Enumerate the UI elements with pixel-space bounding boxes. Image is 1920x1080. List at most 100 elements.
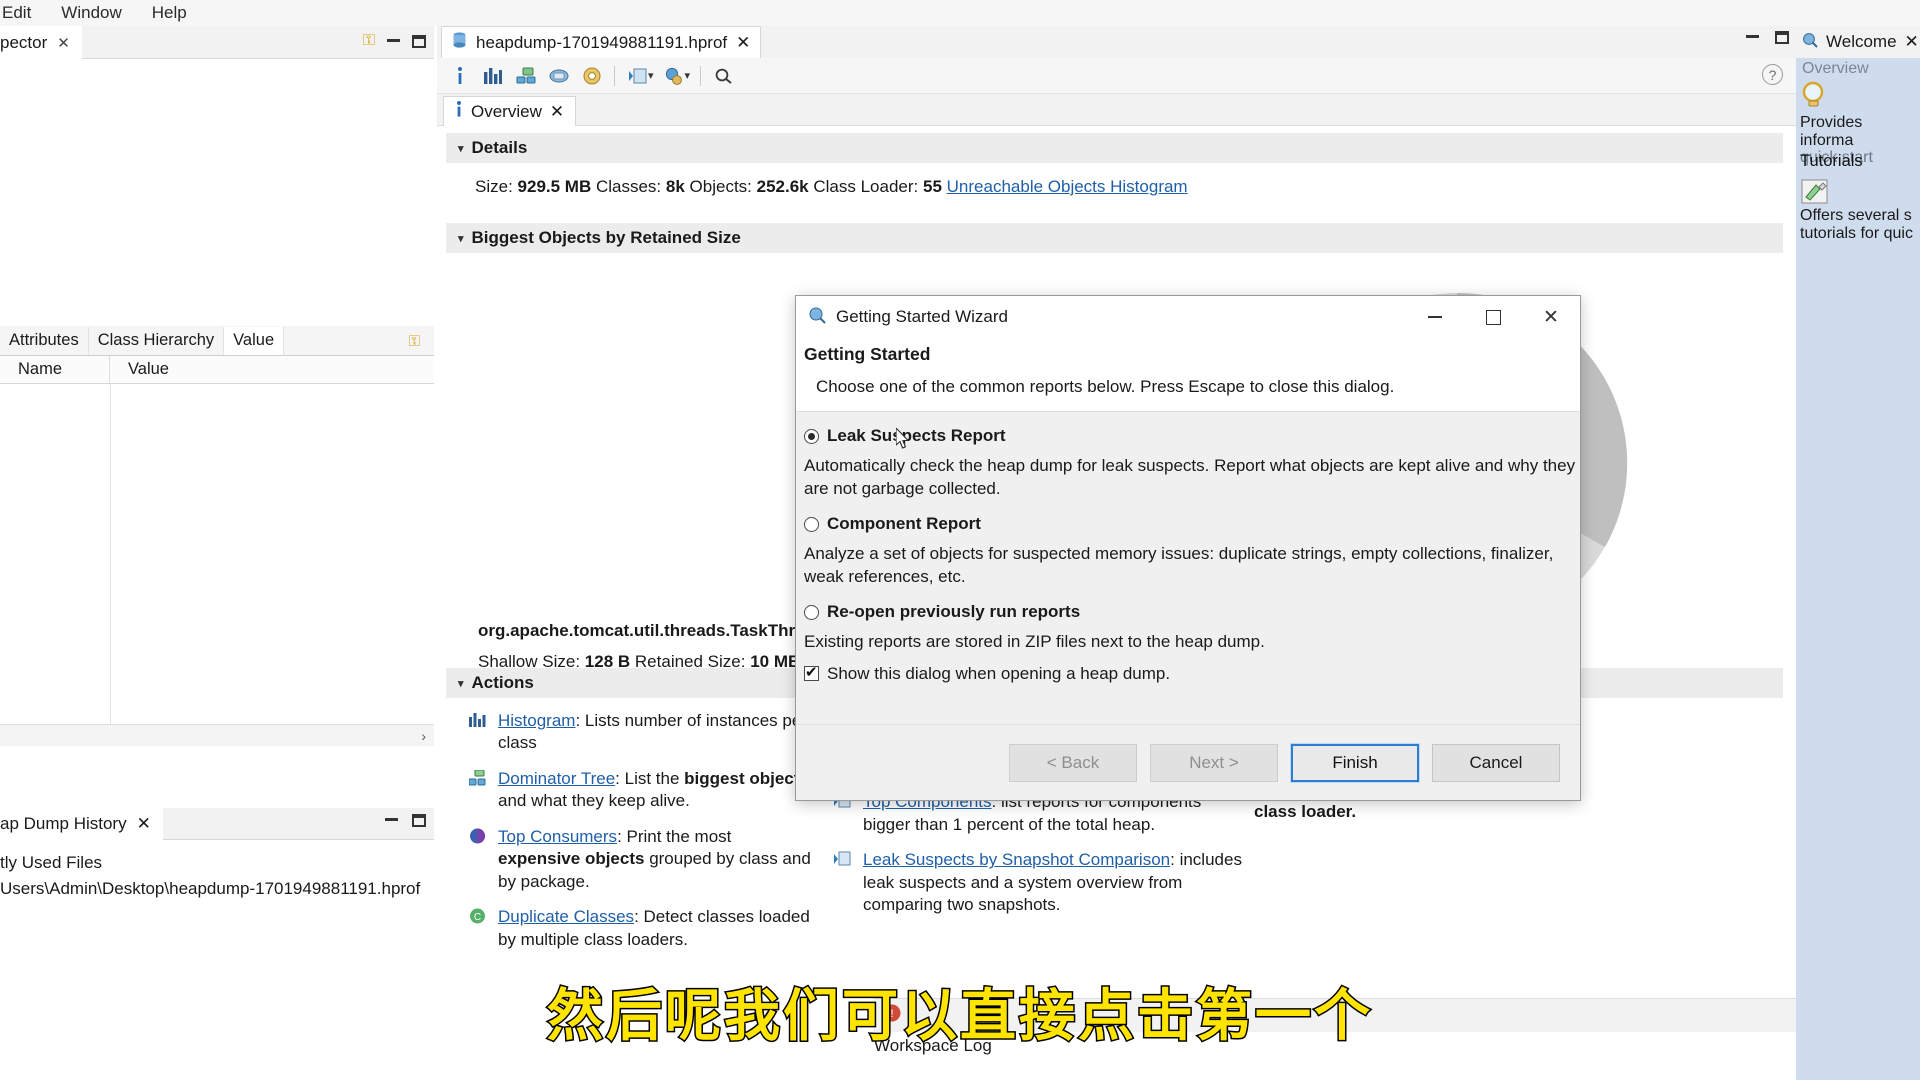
maximize-icon[interactable] xyxy=(412,814,426,827)
close-icon[interactable]: ✕ xyxy=(1905,32,1919,52)
pin-icon[interactable]: ⚿ xyxy=(363,32,375,50)
scroll-right-arrow-icon[interactable]: › xyxy=(421,728,426,744)
inspector-tab-label: pector xyxy=(0,32,48,52)
dominator-tree-link[interactable]: Dominator Tree xyxy=(498,769,615,788)
welcome-icon xyxy=(1802,32,1818,53)
radio-leak-suspects-report[interactable] xyxy=(804,428,819,444)
maximize-icon[interactable] xyxy=(412,34,426,48)
maximize-icon[interactable] xyxy=(1775,31,1789,44)
toolbar-separator xyxy=(700,65,702,86)
radio-reopen-reports[interactable] xyxy=(804,604,819,620)
maximize-icon[interactable] xyxy=(1464,296,1522,338)
dialog-header: Getting Started Choose one of the common… xyxy=(796,338,1580,411)
shallow-size-value: 128 B xyxy=(584,652,631,671)
biggest-objects-section-header[interactable]: ▾ Biggest Objects by Retained Size xyxy=(446,223,1783,253)
leak-suspects-comparison-link[interactable]: Leak Suspects by Snapshot Comparison xyxy=(863,850,1170,869)
help-icon[interactable]: ? xyxy=(1762,64,1783,85)
back-button[interactable]: < Back xyxy=(1009,743,1137,782)
classes-value: 8k xyxy=(665,177,685,196)
minimize-icon[interactable] xyxy=(1746,35,1759,38)
top-consumers-link[interactable]: Top Consumers xyxy=(498,827,617,846)
dominator-tree-icon[interactable] xyxy=(509,61,542,91)
menu-item-window[interactable]: Window xyxy=(59,3,123,23)
chevron-down-icon[interactable]: ▾ xyxy=(648,69,654,82)
details-section-header[interactable]: ▾ Details xyxy=(446,133,1783,163)
welcome-overview-text: Provides informa xyxy=(1800,114,1863,150)
details-summary-line: Size: 929.5 MB Classes: 8k Objects: 252.… xyxy=(437,163,1799,197)
option-leak-suspects-report[interactable]: Leak Suspects Report xyxy=(804,426,1580,446)
menu-item-help[interactable]: Help xyxy=(150,3,189,23)
show-dialog-checkbox[interactable] xyxy=(804,663,819,682)
unreachable-objects-histogram-link[interactable]: Unreachable Objects Histogram xyxy=(947,177,1188,196)
option-reopen-reports[interactable]: Re-open previously run reports xyxy=(804,602,1580,622)
close-icon[interactable]: ✕ xyxy=(1522,296,1580,338)
welcome-tab-label: Welcome xyxy=(1826,32,1897,51)
welcome-panel-body: Overview Provides informa quick start Tu… xyxy=(1796,58,1920,1080)
welcome-tutorials-heading: Tutorials xyxy=(1800,151,1863,170)
overview-info-icon xyxy=(455,100,463,123)
details-section-title: Details xyxy=(471,138,528,157)
action-histogram[interactable]: Histogram: Lists number of instances per… xyxy=(469,710,812,755)
dialog-title: Getting Started Wizard xyxy=(836,307,1008,326)
minimize-icon[interactable] xyxy=(387,38,400,42)
tab-heap-dump-history[interactable]: ap Dump History ✕ xyxy=(0,808,163,840)
objects-label: Objects: xyxy=(689,177,752,196)
tutorials-icon[interactable] xyxy=(1800,177,1834,207)
radio-component-report[interactable] xyxy=(804,516,819,532)
option-component-report[interactable]: Component Report xyxy=(804,514,1580,534)
heap-dump-history-view-toolbar xyxy=(385,814,426,827)
close-icon[interactable]: ✕ xyxy=(137,814,151,834)
tab-attributes[interactable]: Attributes xyxy=(0,327,89,355)
option-reopen-desc: Existing reports are stored in ZIP files… xyxy=(804,632,1265,652)
recently-used-files-label: tly Used Files xyxy=(0,853,103,872)
biggest-object-name: org.apache.tomcat.util.threads.TaskThrea… xyxy=(478,621,825,640)
close-icon[interactable]: ✕ xyxy=(550,102,564,122)
dialog-subheading: Choose one of the common reports below. … xyxy=(816,377,1395,396)
collapse-triangle-icon[interactable]: ▾ xyxy=(458,677,464,690)
collapse-triangle-icon[interactable]: ▾ xyxy=(458,232,464,245)
classloader-label: Class Loader: xyxy=(813,177,919,196)
action-duplicate-classes[interactable]: C Duplicate Classes: Detect classes load… xyxy=(469,906,812,951)
overview-magnifier-icon[interactable] xyxy=(1800,80,1834,110)
pin-icon[interactable]: ⚿ xyxy=(409,333,420,350)
tab-inspector[interactable]: pector ✕ xyxy=(0,26,82,59)
menu-item-edit[interactable]: Edit xyxy=(0,3,33,23)
chevron-down-icon[interactable]: ▾ xyxy=(685,69,691,82)
finish-button[interactable]: Finish xyxy=(1290,742,1420,783)
retained-size-value: 10 MB xyxy=(750,652,801,671)
thread-overview-icon[interactable] xyxy=(575,61,608,91)
heap-dump-file-path[interactable]: Users\Admin\Desktop\heapdump-17019498811… xyxy=(0,876,434,902)
show-dialog-checkbox-row[interactable]: Show this dialog when opening a heap dum… xyxy=(804,662,1580,684)
next-button[interactable]: Next > xyxy=(1150,743,1278,782)
tab-overview[interactable]: Overview ✕ xyxy=(443,96,577,126)
minimize-icon[interactable] xyxy=(1406,296,1464,338)
action-dominator-tree[interactable]: Dominator Tree: List the biggest objects… xyxy=(468,768,812,813)
shallow-size-label: Shallow Size: xyxy=(478,652,581,671)
tab-class-hierarchy[interactable]: Class Hierarchy xyxy=(88,327,225,355)
tab-welcome[interactable]: Welcome ✕ xyxy=(1796,26,1920,58)
overview-info-icon[interactable] xyxy=(443,61,476,91)
minimize-icon[interactable] xyxy=(385,818,398,821)
collapse-triangle-icon[interactable]: ▾ xyxy=(458,142,464,155)
option-leak-suspects-label: Leak Suspects Report xyxy=(827,426,1006,445)
histogram-link[interactable]: Histogram xyxy=(498,711,575,730)
action-top-consumers[interactable]: Top Consumers: Print the most expensive … xyxy=(469,826,812,893)
dominator-tree-icon xyxy=(468,768,489,813)
dialog-window-controls: ✕ xyxy=(1406,296,1580,338)
action-leak-suspects-comparison[interactable]: Leak Suspects by Snapshot Comparison: in… xyxy=(834,849,1242,916)
editor-tab-heapdump[interactable]: heapdump-1701949881191.hprof ✕ xyxy=(441,26,762,58)
close-icon[interactable]: ✕ xyxy=(57,34,70,52)
histogram-icon xyxy=(469,710,489,755)
histogram-icon[interactable] xyxy=(476,61,509,91)
toolbar-separator xyxy=(614,65,615,86)
close-icon[interactable]: ✕ xyxy=(736,33,750,53)
mouse-cursor xyxy=(895,426,911,450)
objects-value: 252.6k xyxy=(756,177,809,196)
column-header-value: Value xyxy=(128,360,169,378)
tab-value[interactable]: Value xyxy=(224,327,285,355)
search-icon[interactable] xyxy=(707,61,740,91)
duplicate-classes-link[interactable]: Duplicate Classes xyxy=(498,907,634,926)
inspector-horizontal-scrollbar[interactable]: › xyxy=(0,724,434,746)
oql-icon[interactable] xyxy=(542,61,575,91)
cancel-button[interactable]: Cancel xyxy=(1432,743,1560,782)
